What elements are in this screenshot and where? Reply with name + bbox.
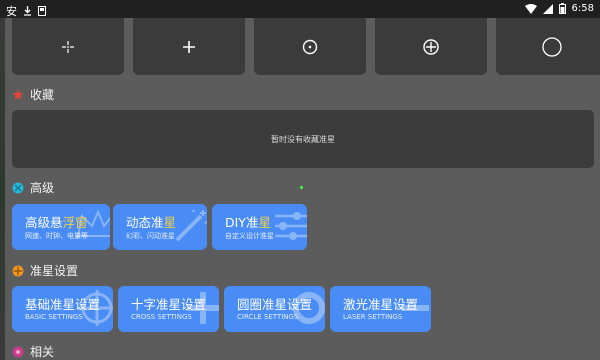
card-title: 基础准星设置: [25, 297, 101, 312]
crosshair-tile-plus[interactable]: [133, 18, 245, 75]
card-subtitle: BASIC SETTINGS: [25, 313, 83, 321]
card-title: 高级悬: [25, 215, 63, 230]
advanced-title: 高级: [30, 181, 55, 195]
card-subtitle: 网速、时钟、电量等: [25, 232, 88, 240]
laser-settings-card[interactable]: 激光准星设置 LASER SETTINGS: [330, 286, 431, 332]
card-title: 动态准: [126, 215, 164, 230]
dot-cross-icon: [62, 40, 74, 53]
clock: 6:58: [571, 3, 594, 14]
card-subtitle: 幻彩、闪动准星: [126, 232, 175, 240]
crosshair-tile-circle-plus[interactable]: [375, 18, 487, 75]
card-title: DIY准: [225, 215, 259, 230]
circle-plus-icon: [423, 38, 439, 55]
advanced-card-dynamic-crosshair[interactable]: 动态准星 幻彩、闪动准星: [113, 204, 207, 250]
download-icon: [23, 6, 32, 16]
card-subtitle: CROSS SETTINGS: [131, 313, 192, 321]
card-title: 圆圈准星设置: [237, 297, 313, 312]
favorites-header: 收藏: [12, 86, 54, 103]
related-header: 相关: [12, 343, 54, 360]
sliders-icon: [275, 212, 307, 240]
status-bar: 安 6:58: [0, 0, 600, 18]
favorites-empty-panel: 暂时没有收藏准星: [12, 110, 594, 168]
wifi-icon: [524, 3, 537, 14]
indicator-dot: [300, 186, 303, 189]
app-notification-icon: 安: [6, 5, 17, 18]
battery-icon: [558, 3, 566, 14]
crosshair-quick-row: [12, 18, 600, 75]
star-icon: [12, 89, 24, 100]
crosshair-settings-icon: [12, 265, 24, 276]
plus-icon: [183, 40, 195, 53]
left-edge: [0, 18, 5, 360]
crosshair-settings-header: 准星设置: [12, 262, 78, 279]
favorites-empty-text: 暂时没有收藏准星: [271, 134, 335, 144]
basic-settings-card[interactable]: 基础准星设置 BASIC SETTINGS: [12, 286, 113, 332]
card-subtitle: LASER SETTINGS: [343, 313, 403, 321]
favorites-title: 收藏: [30, 88, 55, 102]
crosshair-tile-circle-dot[interactable]: [254, 18, 366, 75]
circle-dot-icon: [302, 39, 318, 54]
related-icon: [12, 346, 24, 357]
advanced-icon: [12, 182, 24, 193]
magic-wand-icon: [175, 209, 207, 242]
notification-icon: [38, 6, 46, 16]
signal-icon: [542, 3, 553, 14]
circle-settings-card[interactable]: 圆圈准星设置 CIRCLE SETTINGS: [224, 286, 325, 332]
card-title-highlight: 浮窗: [62, 215, 88, 230]
card-title-highlight: 星: [258, 215, 271, 230]
crosshair-tile-circle[interactable]: [496, 18, 600, 75]
card-title: 十字准星设置: [131, 297, 207, 312]
advanced-header: 高级: [12, 179, 54, 196]
related-title: 相关: [30, 345, 55, 359]
card-title-highlight: 星: [163, 215, 177, 230]
crosshair-settings-title: 准星设置: [30, 264, 79, 278]
crosshair-tile-dot-cross[interactable]: [12, 18, 124, 75]
advanced-card-diy-crosshair[interactable]: DIY准星 自定义设计准星: [212, 204, 307, 250]
card-subtitle: 自定义设计准星: [225, 232, 274, 240]
circle-icon: [542, 36, 562, 57]
card-title: 激光准星设置: [343, 297, 419, 312]
advanced-card-floating-window[interactable]: 高级悬浮窗 网速、时钟、电量等: [12, 204, 110, 250]
cross-settings-card[interactable]: 十字准星设置 CROSS SETTINGS: [118, 286, 219, 332]
card-subtitle: CIRCLE SETTINGS: [237, 313, 299, 321]
